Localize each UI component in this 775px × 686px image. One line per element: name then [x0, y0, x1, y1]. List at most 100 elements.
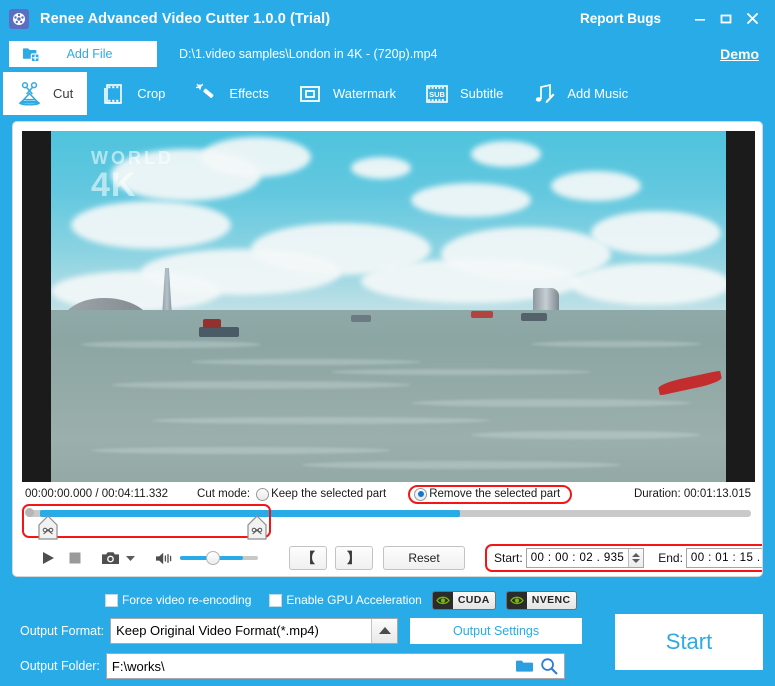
tab-crop-label: Crop	[137, 86, 166, 101]
duration-display: Duration: 00:01:13.015	[633, 488, 751, 500]
output-folder-field[interactable]: F:\works\	[105, 653, 565, 679]
close-button[interactable]	[739, 6, 765, 32]
snapshot-button[interactable]	[101, 550, 120, 566]
tab-effects[interactable]: Effects	[179, 72, 283, 115]
tab-cut[interactable]: Cut	[3, 72, 88, 115]
scissors-icon	[15, 81, 45, 107]
force-reencode-box	[105, 593, 118, 607]
tab-effects-label: Effects	[229, 86, 269, 101]
output-folder-label: Output Folder:	[20, 659, 100, 673]
radio-keep-label: Keep the selected part	[271, 488, 387, 500]
output-folder-actions	[515, 657, 564, 675]
volume-icon[interactable]	[155, 551, 173, 566]
start-time-value: 00 : 00 : 02 . 935	[530, 552, 625, 564]
add-file-button[interactable]: Add File	[9, 40, 157, 67]
cuda-badge: CUDA	[431, 590, 496, 610]
svg-text:SUB: SUB	[429, 90, 445, 99]
start-end-highlight: Start: 00 : 00 : 02 . 935 End: 00 : 01 :…	[485, 544, 762, 572]
boat-5	[521, 313, 547, 321]
mark-start-button[interactable]: 【	[289, 546, 327, 570]
trim-end-handle[interactable]	[243, 515, 271, 541]
nvidia-eye-icon	[506, 591, 527, 609]
start-time-field[interactable]: 00 : 00 : 02 . 935	[525, 548, 645, 568]
boat-2	[203, 319, 221, 328]
radio-keep-indicator	[256, 487, 270, 501]
play-button[interactable]	[40, 550, 56, 566]
force-reencode-checkbox[interactable]: Force video re-encoding	[105, 593, 251, 607]
stop-button[interactable]	[68, 551, 82, 565]
cuda-label: CUDA	[452, 591, 495, 609]
start-button[interactable]: Start	[615, 614, 763, 670]
end-time-value: 00 : 01 : 15 . 950	[690, 552, 762, 564]
folder-plus-icon	[22, 46, 40, 62]
nvenc-label: NVENC	[526, 591, 576, 609]
river-region	[51, 310, 726, 482]
square-outline-icon	[295, 82, 325, 106]
playback-info-row: 00:00:00.000 / 00:04:11.332 Cut mode: Ke…	[22, 484, 755, 504]
magic-wand-icon	[191, 82, 221, 106]
title-bar: Renee Advanced Video Cutter 1.0.0 (Trial…	[0, 0, 775, 37]
volume-slider[interactable]	[180, 550, 258, 566]
demo-link[interactable]: Demo	[720, 46, 765, 62]
video-frame: WORLD 4K	[51, 131, 726, 482]
boat-1	[199, 327, 239, 337]
tab-add-music-label: Add Music	[567, 86, 629, 101]
tab-crop[interactable]: Crop	[87, 72, 179, 115]
triangle-up-icon[interactable]	[371, 618, 398, 643]
file-row: Add File D:\1.video samples\London in 4K…	[0, 37, 775, 70]
start-time-label: Start:	[494, 551, 523, 565]
trim-start-handle[interactable]	[34, 515, 62, 541]
boat-3	[351, 315, 371, 322]
output-folder-value: F:\works\	[111, 658, 165, 674]
tab-subtitle-label: Subtitle	[460, 86, 504, 101]
nvenc-badge: NVENC	[505, 590, 577, 610]
output-section: Force video re-encoding Enable GPU Accel…	[0, 586, 775, 686]
cut-mode-label: Cut mode:	[197, 488, 251, 500]
radio-keep-selected-part[interactable]: Keep the selected part	[256, 487, 387, 501]
folder-icon[interactable]	[515, 658, 534, 674]
video-preview[interactable]: WORLD 4K	[22, 131, 755, 482]
music-note-icon	[529, 82, 559, 106]
output-format-dropdown[interactable]: Keep Original Video Format(*.mp4)	[110, 617, 399, 644]
gpu-acceleration-label: Enable GPU Acceleration	[286, 593, 422, 607]
end-time-field[interactable]: 00 : 01 : 15 . 950	[685, 548, 762, 568]
tab-cut-label: Cut	[53, 86, 74, 101]
maximize-button[interactable]	[713, 6, 739, 32]
timecode-display: 00:00:00.000 / 00:04:11.332	[25, 488, 169, 500]
gpu-acceleration-checkbox[interactable]: Enable GPU Acceleration	[269, 593, 422, 607]
app-logo-icon	[9, 8, 29, 29]
minimize-button[interactable]	[687, 6, 713, 32]
encoding-options-row: Force video re-encoding Enable GPU Accel…	[0, 590, 775, 610]
snapshot-caret-down-icon[interactable]	[125, 554, 136, 562]
output-settings-button[interactable]: Output Settings	[410, 617, 583, 644]
editor-panel: WORLD 4K 00:00:00.000 / 00:04:11.332 Cut…	[12, 121, 763, 577]
magnifier-icon[interactable]	[540, 657, 558, 675]
sub-badge-icon: SUB	[422, 82, 452, 106]
mark-end-button[interactable]: 】	[335, 546, 373, 570]
playback-toolbar: 【 】 Reset Start: 00 : 00 : 02 . 935 End:…	[22, 544, 762, 572]
end-time-label: End:	[658, 551, 683, 565]
tab-watermark-label: Watermark	[332, 86, 397, 101]
film-frame-icon	[99, 82, 129, 106]
app-title: Renee Advanced Video Cutter 1.0.0 (Trial…	[40, 10, 331, 27]
nvidia-eye-icon	[432, 591, 453, 609]
watermark-line-1: WORLD	[91, 148, 174, 168]
output-format-value: Keep Original Video Format(*.mp4)	[116, 623, 319, 638]
start-time-spinner-icon[interactable]	[628, 549, 644, 567]
video-watermark: WORLD 4K	[91, 149, 174, 204]
reset-button[interactable]: Reset	[383, 546, 465, 570]
tab-watermark[interactable]: Watermark	[283, 72, 410, 115]
radio-remove-label: Remove the selected part	[429, 488, 561, 500]
radio-remove-indicator	[414, 487, 428, 501]
tab-subtitle[interactable]: SUB Subtitle	[410, 72, 517, 115]
trim-timeline[interactable]	[22, 504, 755, 541]
window-controls: Report Bugs	[580, 6, 765, 32]
tab-bar: Cut Crop Effects Watermark SUB Subtitle …	[0, 70, 775, 115]
gpu-acceleration-box	[269, 593, 283, 607]
report-bugs-link[interactable]: Report Bugs	[580, 11, 661, 26]
tab-add-music[interactable]: Add Music	[517, 72, 642, 115]
radio-remove-selected-part[interactable]: Remove the selected part	[408, 484, 573, 504]
boat-4	[471, 311, 493, 318]
output-format-label: Output Format:	[20, 623, 105, 638]
volume-thumb[interactable]	[206, 551, 220, 565]
